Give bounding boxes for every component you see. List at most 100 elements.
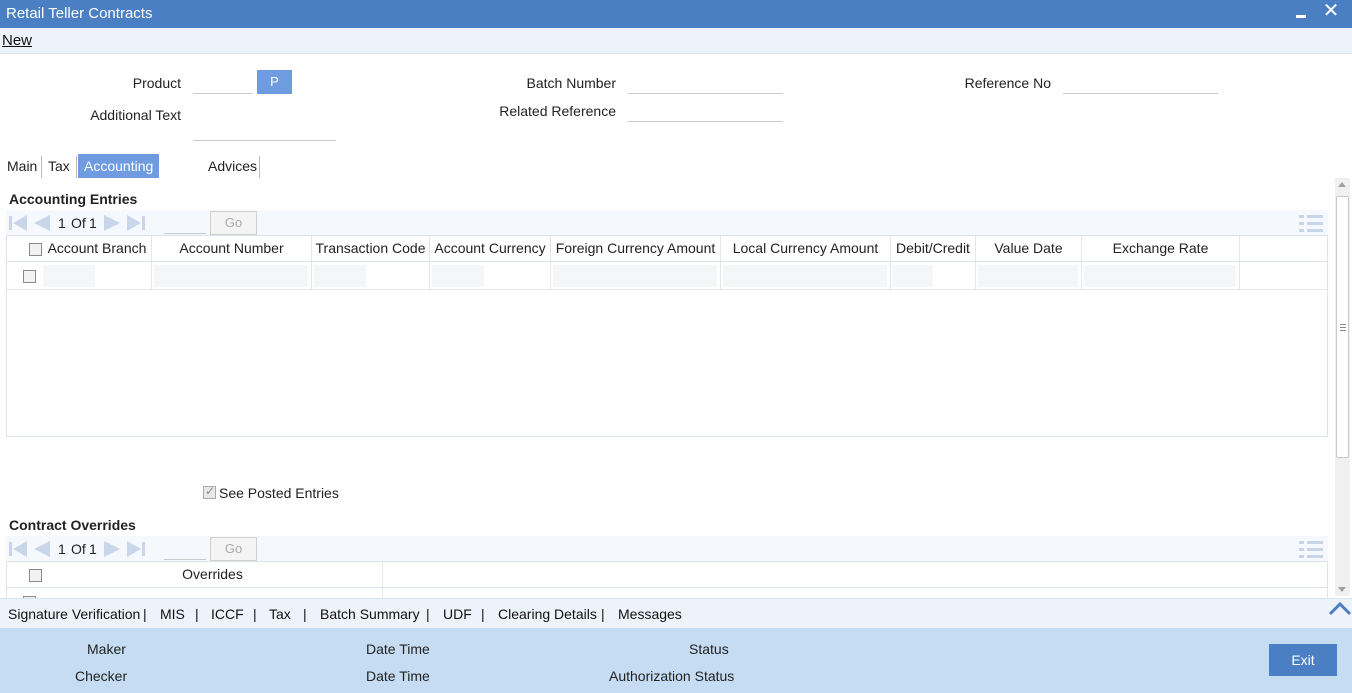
previous-page-icon[interactable] [32,214,52,232]
page-of: Of [71,541,86,557]
table-row [7,588,1327,598]
tax-link[interactable]: Tax [269,606,291,622]
link-separator: | [303,606,307,622]
mis-link[interactable]: MIS [160,606,185,622]
page-number-input[interactable] [164,212,206,234]
first-page-icon[interactable] [8,540,28,558]
scroll-up-icon[interactable] [1338,182,1346,187]
exit-button[interactable]: Exit [1269,644,1337,676]
first-page-icon[interactable] [8,214,28,232]
batch-number-input[interactable] [628,68,783,94]
row-checkbox[interactable] [23,270,36,283]
window-title: Retail Teller Contracts [6,5,153,22]
page-current: 1 [58,215,66,231]
debit-credit-cell[interactable] [891,262,976,290]
tab-divider [259,156,260,178]
transaction-code-cell[interactable] [312,262,430,290]
foreign-currency-amount-cell[interactable] [551,262,721,290]
tab-tax[interactable]: Tax [42,154,76,178]
accounting-entries-table: Account Branch Account Number Transactio… [6,235,1328,437]
scroll-down-icon[interactable] [1338,587,1346,592]
link-separator: | [143,606,147,622]
accounting-pager: 1 Of 1 Go [6,210,1328,236]
previous-page-icon[interactable] [32,540,52,558]
iccf-link[interactable]: ICCF [211,606,244,622]
override-cell[interactable] [41,588,383,598]
page-number-input[interactable] [164,538,206,560]
related-reference-label: Related Reference [499,103,616,119]
col-value-date[interactable]: Value Date [976,236,1082,262]
link-separator: | [426,606,430,622]
page-total: 1 [89,215,97,231]
additional-text-label: Additional Text [90,107,181,123]
related-reference-input[interactable] [628,96,783,122]
col-overrides[interactable]: Overrides [43,562,383,588]
list-menu-icon[interactable] [1298,212,1324,234]
clearing-details-link[interactable]: Clearing Details [498,606,597,622]
product-label: Product [132,75,181,91]
signature-verification-link[interactable]: Signature Verification [8,606,140,622]
window-titlebar: Retail Teller Contracts ✕ [0,0,1352,28]
product-lookup-button[interactable]: P [257,70,292,94]
tab-accounting-entries[interactable]: Accounting Entries [78,154,160,198]
audit-footer: Maker Checker Date Time Date Time Status… [0,628,1352,693]
additional-text-input[interactable] [193,115,336,141]
messages-link[interactable]: Messages [618,606,682,622]
list-menu-icon[interactable] [1298,538,1324,560]
col-exchange-rate[interactable]: Exchange Rate [1082,236,1240,262]
go-button[interactable]: Go [210,537,257,561]
see-posted-entries-checkbox[interactable] [203,484,216,499]
next-page-icon[interactable] [102,540,122,558]
col-account-currency[interactable]: Account Currency [430,236,551,262]
col-account-branch[interactable]: Account Branch [43,236,152,262]
batch-summary-link[interactable]: Batch Summary [320,606,420,622]
account-branch-cell[interactable] [41,262,152,290]
tab-advices[interactable]: Advices [202,154,263,178]
tab-main[interactable]: Main [1,154,43,178]
vertical-scrollbar[interactable] [1335,178,1350,596]
checker-date-time-label: Date Time [366,668,430,684]
link-separator: | [481,606,485,622]
scroll-thumb[interactable] [1336,196,1349,458]
table-header: Overrides [7,562,1327,588]
maker-date-time-label: Date Time [366,641,430,657]
next-page-icon[interactable] [102,214,122,232]
see-posted-entries-label: See Posted Entries [219,485,339,501]
chevron-up-icon[interactable] [1328,598,1352,620]
col-account-number[interactable]: Account Number [152,236,312,262]
udf-link[interactable]: UDF [443,606,472,622]
local-currency-amount-cell[interactable] [721,262,891,290]
select-all-checkbox[interactable] [29,243,42,256]
col-transaction-code[interactable]: Transaction Code [312,236,430,262]
maker-label: Maker [87,641,126,657]
link-separator: | [195,606,199,622]
close-icon[interactable]: ✕ [1320,1,1342,24]
contract-overrides-title: Contract Overrides [9,517,136,533]
product-input[interactable] [193,68,253,94]
value-date-cell[interactable] [976,262,1082,290]
col-foreign-currency-amount[interactable]: Foreign Currency Amount [551,236,721,262]
page-of: Of [71,215,86,231]
last-page-icon[interactable] [126,214,146,232]
checker-label: Checker [75,668,128,684]
select-all-checkbox[interactable] [29,569,42,582]
accounting-entries-title: Accounting Entries [9,191,138,207]
last-page-icon[interactable] [126,540,146,558]
go-button[interactable]: Go [210,211,257,235]
col-debit-credit[interactable]: Debit/Credit [891,236,976,262]
reference-no-label: Reference No [964,75,1051,91]
overrides-table: Overrides [6,561,1328,598]
reference-no-input[interactable] [1063,68,1218,94]
minimize-icon[interactable] [1290,2,1312,24]
table-header: Account Branch Account Number Transactio… [7,236,1327,262]
links-bar: Signature Verification | MIS | ICCF | Ta… [0,598,1352,628]
account-number-cell[interactable] [152,262,312,290]
col-local-currency-amount[interactable]: Local Currency Amount [721,236,891,262]
account-currency-cell[interactable] [430,262,551,290]
page-total: 1 [89,541,97,557]
status-label: Status [689,641,729,657]
table-row [7,262,1327,290]
batch-number-label: Batch Number [526,75,616,91]
exchange-rate-cell[interactable] [1082,262,1240,290]
new-link[interactable]: New [2,32,32,49]
